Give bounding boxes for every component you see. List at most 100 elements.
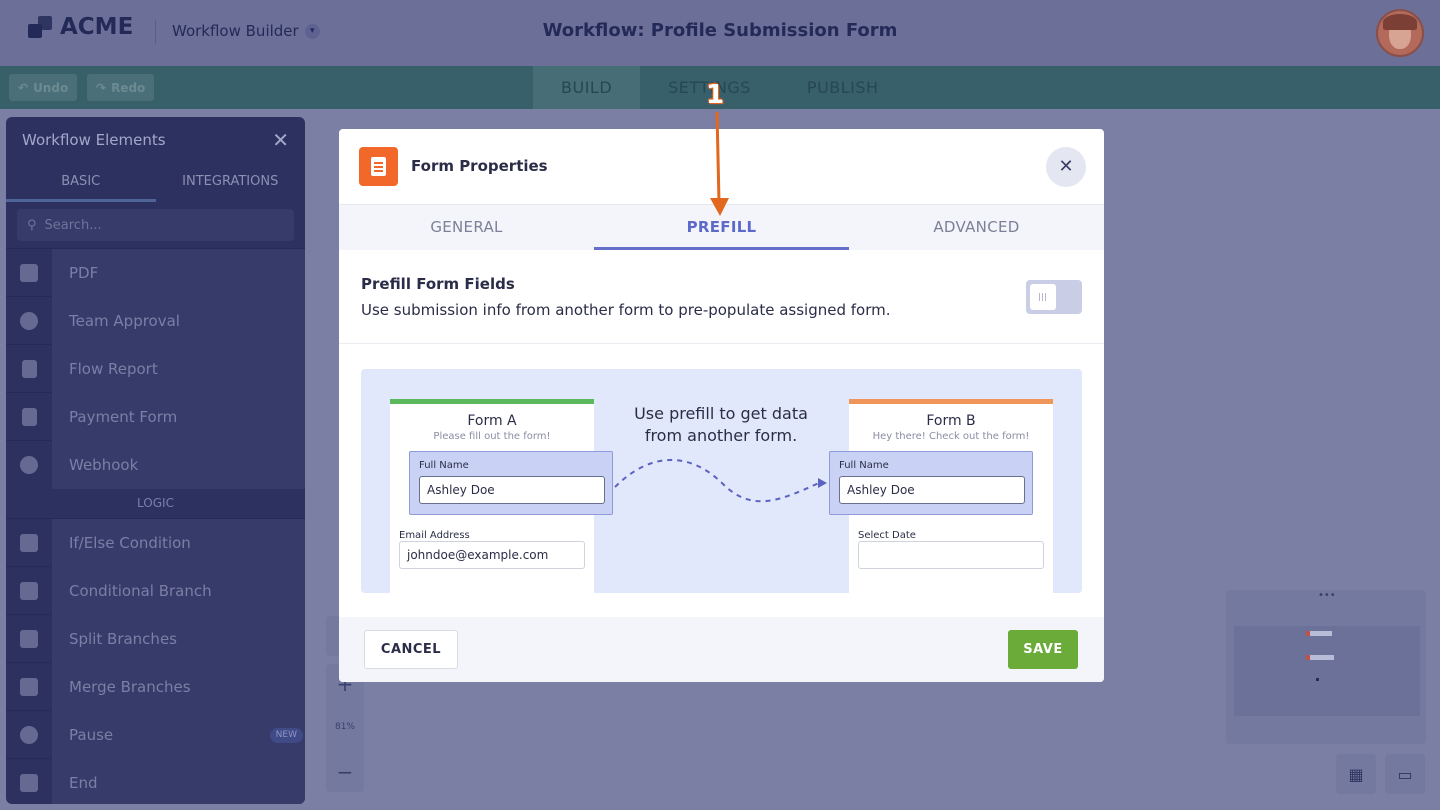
modal-footer: CANCEL SAVE (339, 617, 1104, 682)
sidebar-item-label: Split Branches (52, 614, 305, 663)
select-date-label: Select Date (858, 530, 916, 541)
search-placeholder: Search... (44, 217, 102, 233)
tab-integrations[interactable]: INTEGRATIONS (156, 163, 306, 202)
form-a-subtitle: Please fill out the form! (433, 431, 551, 442)
email-field: johndoe@example.com (399, 541, 585, 569)
workflow-elements-panel: Workflow Elements ✕ BASIC INTEGRATIONS ⚲… (6, 117, 305, 804)
acme-logo[interactable]: ACME (28, 14, 133, 40)
sidebar-item-payment-form[interactable]: Payment Form (6, 392, 305, 441)
sidebar-item-label: Webhook (52, 440, 305, 489)
tab-publish[interactable]: PUBLISH (779, 66, 907, 109)
tab-general[interactable]: GENERAL (339, 205, 594, 250)
save-button[interactable]: SAVE (1008, 630, 1078, 669)
end-icon (6, 759, 52, 805)
redo-label: Redo (111, 80, 146, 95)
timer-icon (6, 711, 52, 759)
prefill-toggle[interactable] (1026, 280, 1082, 314)
undo-button[interactable]: ↶ Undo (9, 74, 78, 101)
flow-report-icon (6, 345, 52, 393)
zoom-level: 81% (334, 722, 355, 732)
team-approval-icon (6, 297, 52, 345)
annotation-number: 1 (706, 80, 725, 110)
tab-build[interactable]: BUILD (533, 66, 641, 109)
form-b-title: Form B (926, 413, 976, 429)
prefill-setting: Prefill Form Fields Use submission info … (339, 250, 1104, 344)
form-b-bar (849, 399, 1053, 404)
sidebar-item-label: If/Else Condition (52, 518, 305, 567)
sidebar-item-end[interactable]: End (6, 758, 305, 804)
tab-basic[interactable]: BASIC (6, 163, 156, 202)
full-name-field: Ashley Doe (419, 476, 605, 504)
zoom-controls: + 81% − (326, 664, 364, 792)
webhook-icon (6, 441, 52, 489)
sidebar-item-conditional-branch[interactable]: Conditional Branch (6, 566, 305, 615)
sidebar-item-pdf[interactable]: PDF (6, 248, 305, 297)
chevron-down-icon: ▾ (304, 23, 320, 39)
tab-advanced[interactable]: ADVANCED (849, 205, 1104, 250)
sidebar-item-pause[interactable]: Pause NEW (6, 710, 305, 759)
sidebar-item-merge-branches[interactable]: Merge Branches (6, 662, 305, 711)
app-switcher[interactable]: Workflow Builder ▾ (172, 22, 320, 40)
top-header: ACME Workflow Builder ▾ Workflow: Profil… (0, 0, 1440, 66)
close-icon[interactable]: ✕ (272, 128, 289, 152)
sidebar-item-split-branches[interactable]: Split Branches (6, 614, 305, 663)
payment-form-icon (6, 393, 52, 441)
form-b-subtitle: Hey there! Check out the form! (872, 431, 1030, 442)
minimap-handle-icon[interactable]: ••• (1318, 590, 1336, 601)
full-name-label: Full Name (419, 460, 469, 471)
minimap-viewport (1234, 626, 1420, 716)
header-divider (155, 20, 156, 44)
sidebar-item-label: End (52, 758, 305, 804)
form-a-name-highlight: Full Name Ashley Doe (409, 451, 613, 515)
minimap-node (1316, 678, 1319, 681)
toggle-knob (1030, 284, 1056, 310)
redo-button[interactable]: ↷ Redo (87, 74, 155, 101)
zoom-out-button[interactable]: − (326, 760, 364, 784)
sidebar-item-if-else-condition[interactable]: If/Else Condition (6, 518, 305, 567)
pdf-icon (6, 249, 52, 297)
panel-tabs: BASIC INTEGRATIONS (6, 163, 305, 202)
form-a-bar (390, 399, 594, 404)
sidebar-item-flow-report[interactable]: Flow Report (6, 344, 305, 393)
app-name-label: Workflow Builder (172, 22, 299, 40)
if-else-icon (6, 519, 52, 567)
user-avatar[interactable] (1376, 9, 1424, 57)
acme-logo-icon (28, 14, 54, 40)
annotation-arrow-icon (710, 111, 729, 216)
minimap-node (1306, 655, 1334, 660)
sidebar-item-label: Flow Report (52, 344, 305, 393)
illustration-caption: Use prefill to get data from another for… (634, 404, 808, 445)
elements-widget-icon[interactable]: ▦ (1336, 754, 1376, 794)
form-b-name-highlight: Full Name Ashley Doe (829, 451, 1033, 515)
date-field (858, 541, 1044, 569)
sidebar-item-label: Conditional Branch (52, 566, 305, 615)
panel-title: Workflow Elements (22, 131, 166, 149)
search-input[interactable]: ⚲ Search... (17, 209, 294, 241)
panel-header: Workflow Elements ✕ (6, 117, 305, 163)
cancel-button[interactable]: CANCEL (364, 630, 458, 669)
form-a-title: Form A (467, 413, 517, 429)
form-icon (359, 147, 398, 186)
logo-text: ACME (60, 14, 134, 40)
close-button[interactable]: ✕ (1046, 147, 1086, 187)
prefill-title: Prefill Form Fields (361, 275, 515, 293)
merge-branches-icon (6, 663, 52, 711)
new-badge: NEW (269, 727, 303, 743)
sidebar-item-label: PDF (52, 248, 305, 297)
picture-in-picture-icon[interactable]: ▭ (1385, 754, 1425, 794)
prefill-arrow-icon (614, 459, 827, 503)
redo-icon: ↷ (96, 80, 107, 95)
split-branches-icon (6, 615, 52, 663)
full-name-field: Ashley Doe (839, 476, 1025, 504)
sidebar-item-webhook[interactable]: Webhook (6, 440, 305, 489)
pause-label: Pause (69, 725, 114, 744)
email-label: Email Address (399, 530, 470, 541)
prefill-illustration: Form A Please fill out the form! Email A… (361, 369, 1082, 593)
sidebar-item-team-approval[interactable]: Team Approval (6, 296, 305, 345)
undo-label: Undo (33, 80, 69, 95)
conditional-branch-icon (6, 567, 52, 615)
prefill-description: Use submission info from another form to… (361, 301, 891, 319)
minimap[interactable]: ••• (1226, 590, 1426, 744)
full-name-label: Full Name (839, 460, 889, 471)
sidebar-item-label: Team Approval (52, 296, 305, 345)
